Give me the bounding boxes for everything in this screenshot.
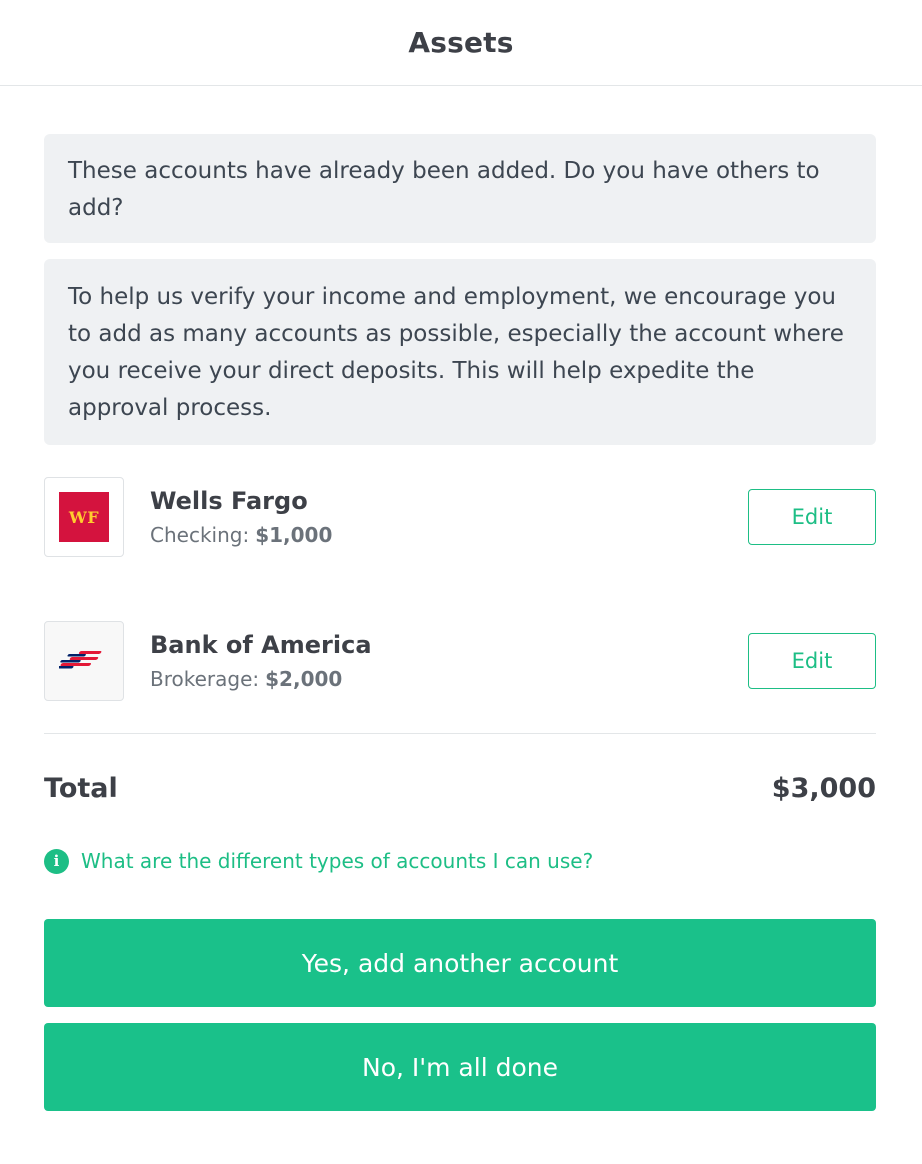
verify-income-notice: To help us verify your income and employ… xyxy=(44,259,876,445)
all-done-button[interactable]: No, I'm all done xyxy=(44,1023,876,1111)
account-info: Bank of America Brokerage: $2,000 xyxy=(150,629,748,693)
account-types-help-text[interactable]: What are the different types of accounts… xyxy=(81,849,593,873)
add-another-account-button[interactable]: Yes, add another account xyxy=(44,919,876,1007)
edit-bank-of-america-button[interactable]: Edit xyxy=(748,633,876,689)
already-added-notice: These accounts have already been added. … xyxy=(44,134,876,243)
account-amount: $1,000 xyxy=(255,523,333,547)
wells-fargo-logo: WF xyxy=(44,477,124,557)
page-header: Assets xyxy=(0,0,922,86)
bank-of-america-flag-icon xyxy=(59,651,102,669)
account-type-label: Brokerage: xyxy=(150,667,260,691)
account-types-help-link[interactable]: i What are the different types of accoun… xyxy=(44,847,876,875)
account-info: Wells Fargo Checking: $1,000 xyxy=(150,485,748,549)
account-detail: Brokerage: $2,000 xyxy=(150,665,748,693)
account-name: Bank of America xyxy=(150,631,372,659)
divider xyxy=(44,733,876,734)
account-name: Wells Fargo xyxy=(150,487,308,515)
total-label: Total xyxy=(44,772,118,804)
info-icon: i xyxy=(44,848,69,874)
total-value: $3,000 xyxy=(771,772,876,804)
edit-wells-fargo-button[interactable]: Edit xyxy=(748,489,876,545)
main-content: These accounts have already been added. … xyxy=(0,86,922,1111)
account-row-bank-of-america: Bank of America Brokerage: $2,000 Edit xyxy=(44,621,876,701)
wells-fargo-logo-mark: WF xyxy=(59,492,109,542)
account-type-label: Checking: xyxy=(150,523,250,547)
account-row-wells-fargo: WF Wells Fargo Checking: $1,000 Edit xyxy=(44,477,876,557)
already-added-notice-text: These accounts have already been added. … xyxy=(68,158,820,221)
verify-income-notice-text: To help us verify your income and employ… xyxy=(68,284,844,421)
total-row: Total $3,000 xyxy=(44,771,876,805)
account-amount: $2,000 xyxy=(265,667,343,691)
bank-of-america-logo xyxy=(44,621,124,701)
account-detail: Checking: $1,000 xyxy=(150,521,748,549)
page-title: Assets xyxy=(408,26,514,59)
